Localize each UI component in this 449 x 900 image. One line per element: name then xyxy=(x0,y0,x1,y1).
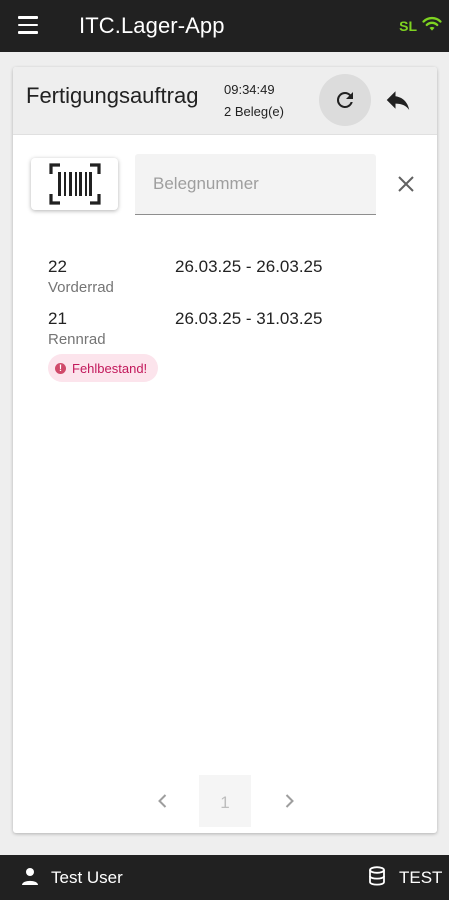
card-header: Fertigungsauftrag 09:34:49 2 Beleg(e) xyxy=(13,67,437,135)
order-article: Vorderrad xyxy=(48,279,114,296)
chevron-right-icon[interactable] xyxy=(279,791,299,811)
app-title: ITC.Lager-App xyxy=(79,13,225,38)
close-icon[interactable] xyxy=(397,175,415,193)
wifi-icon xyxy=(422,16,442,31)
barcode-scan-icon xyxy=(49,163,101,205)
app-bar: ITC.Lager-App SL xyxy=(0,0,449,52)
order-number: 21 xyxy=(48,309,67,328)
user-icon xyxy=(22,868,38,885)
pager-current-page[interactable]: 1 xyxy=(199,775,251,827)
refresh-icon xyxy=(336,91,353,108)
document-count: 2 Beleg(e) xyxy=(224,104,284,119)
status-bar: Test User TEST xyxy=(0,855,449,900)
alert-circle-icon: ! xyxy=(55,362,66,374)
order-date-range: 26.03.25 - 31.03.25 xyxy=(175,309,323,328)
order-article: Rennrad xyxy=(48,331,106,348)
document-number-input[interactable] xyxy=(135,154,376,215)
connection-label: SL xyxy=(399,18,417,34)
user-name: Test User xyxy=(51,868,123,887)
shortage-badge: ! Fehlbestand! xyxy=(48,354,159,382)
order-date-range: 26.03.25 - 26.03.25 xyxy=(175,257,323,276)
order-number: 22 xyxy=(48,257,67,276)
page-title: Fertigungsauftrag xyxy=(26,83,199,108)
order-card: Fertigungsauftrag 09:34:49 2 Beleg(e) 22 xyxy=(13,67,437,833)
refresh-button[interactable] xyxy=(319,74,371,126)
chevron-left-icon[interactable] xyxy=(153,791,173,811)
last-refresh-time: 09:34:49 xyxy=(224,82,275,97)
database-name: TEST xyxy=(399,868,443,887)
barcode-scan-button[interactable] xyxy=(31,158,118,210)
reply-icon[interactable] xyxy=(383,85,413,115)
database-icon xyxy=(369,866,385,886)
menu-icon[interactable] xyxy=(18,16,42,36)
shortage-label: Fehlbestand! xyxy=(72,360,148,376)
